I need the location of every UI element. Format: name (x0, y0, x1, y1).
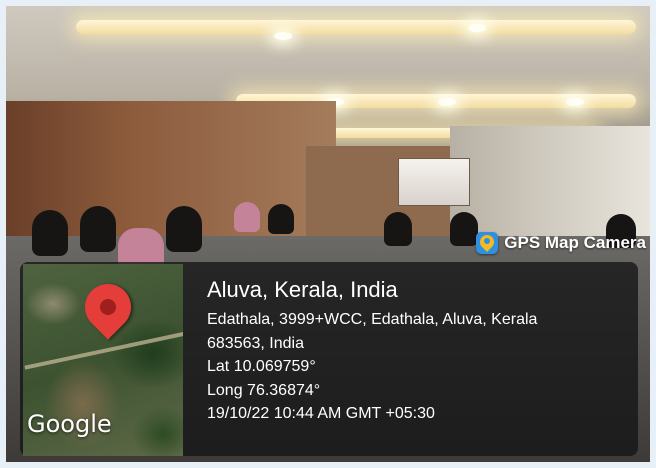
ceiling-downlight (468, 24, 486, 32)
ceiling-downlight (438, 98, 456, 106)
gps-camera-stamp: GPS Map Camera (476, 232, 646, 254)
place-name: Aluva, Kerala, India (207, 277, 398, 302)
timestamp: 19/10/22 10:44 AM GMT +05:30 (207, 405, 435, 422)
audience-member (32, 210, 68, 256)
address-line-2: 683563, India (207, 334, 304, 352)
audience-member (234, 202, 260, 232)
latitude: Lat 10.069759° (207, 358, 316, 375)
audience-member (268, 204, 294, 234)
ceiling-downlight (274, 32, 292, 40)
map-road (24, 330, 183, 370)
location-details: Aluva, Kerala, India Edathala, 3999+WCC,… (207, 276, 637, 426)
audience-member (80, 206, 116, 252)
audience-member (450, 212, 478, 246)
map-camera-icon (476, 232, 499, 254)
location-pin-icon (75, 274, 141, 340)
map-thumbnail: Google (23, 264, 183, 456)
address-line-1: Edathala, 3999+WCC, Edathala, Aluva, Ker… (207, 311, 538, 328)
audience-member (384, 212, 412, 246)
ceiling-light-strip (76, 20, 636, 34)
ceiling-downlight (566, 98, 584, 106)
audience-member (166, 206, 202, 252)
google-logo: Google (27, 410, 112, 438)
projector-screen (398, 158, 470, 206)
longitude: Long 76.36874° (207, 381, 321, 399)
app-name: GPS Map Camera (504, 233, 646, 252)
